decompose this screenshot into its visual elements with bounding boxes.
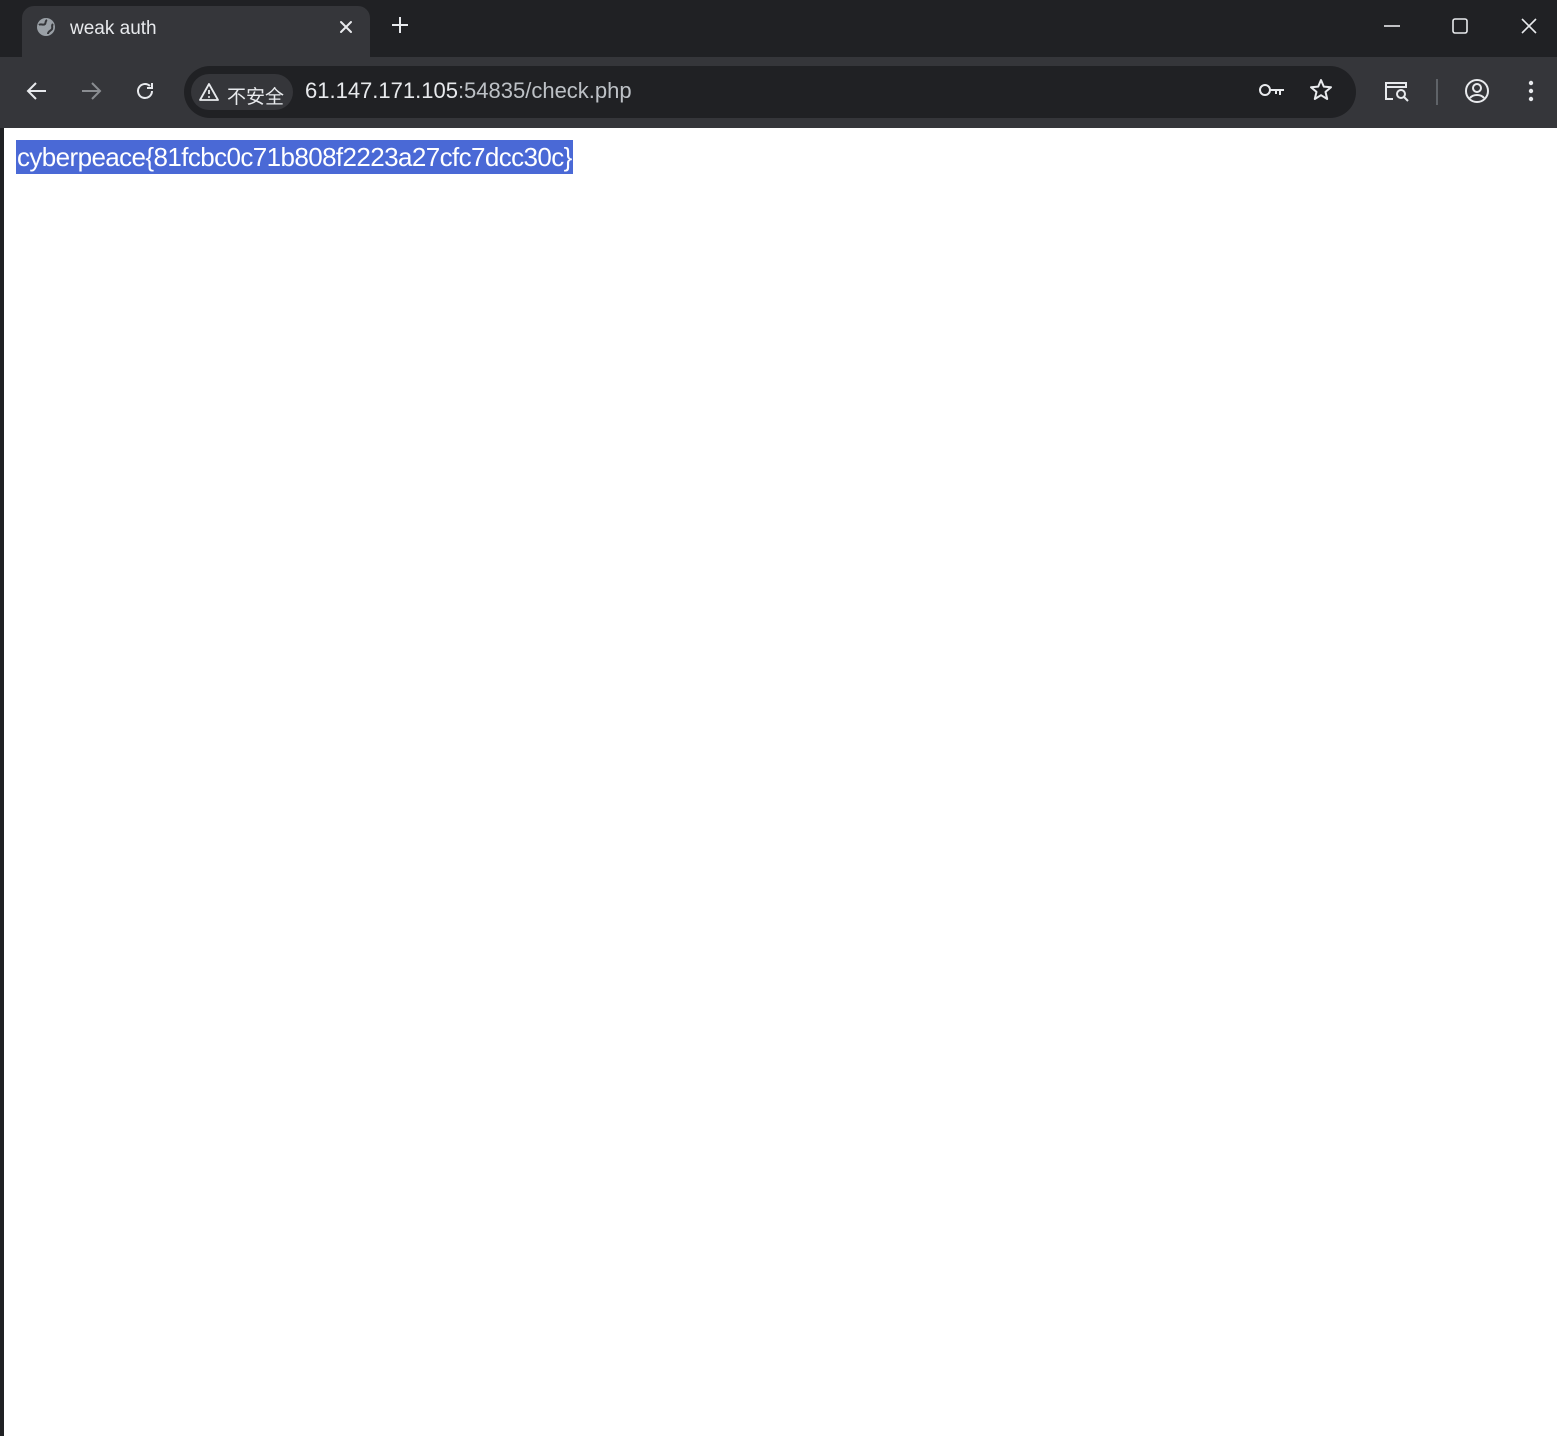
toolbar-divider — [1436, 79, 1438, 105]
url-text[interactable]: 61.147.171.105:54835/check.php — [305, 78, 632, 104]
forward-button[interactable] — [75, 77, 107, 109]
security-indicator[interactable]: 不安全 — [191, 74, 293, 110]
profile-button[interactable] — [1462, 78, 1492, 108]
tab-search-icon — [1383, 79, 1411, 108]
key-icon — [1258, 81, 1286, 104]
plus-icon — [390, 15, 410, 40]
password-key-button[interactable] — [1258, 78, 1286, 106]
new-tab-button[interactable] — [388, 15, 412, 39]
security-label: 不安全 — [227, 87, 285, 108]
flag-text[interactable]: cyberpeace{81fcbc0c71b808f2223a27cfc7dcc… — [16, 140, 573, 174]
window-close-button[interactable] — [1515, 14, 1543, 42]
tab-title: weak auth — [70, 18, 157, 39]
reload-icon — [134, 80, 156, 107]
back-button[interactable] — [21, 77, 53, 109]
back-arrow-icon — [26, 80, 48, 107]
minimize-button[interactable] — [1378, 14, 1406, 42]
browser-window: weak auth 不安全 61.147.171.105:54835/check… — [0, 0, 1557, 1436]
forward-arrow-icon — [80, 80, 102, 107]
tab-search-button[interactable] — [1382, 78, 1412, 108]
tab-weak-auth[interactable]: weak auth — [22, 6, 370, 57]
maximize-button[interactable] — [1446, 14, 1474, 42]
globe-icon — [36, 17, 56, 37]
url-path: :54835/check.php — [457, 78, 632, 103]
address-bar[interactable]: 不安全 61.147.171.105:54835/check.php — [184, 66, 1356, 118]
minimize-icon — [1383, 17, 1401, 40]
star-icon — [1309, 78, 1333, 107]
page-viewport: cyberpeace{81fcbc0c71b808f2223a27cfc7dcc… — [4, 128, 1557, 1436]
profile-icon — [1464, 78, 1490, 109]
bookmark-button[interactable] — [1307, 78, 1335, 106]
url-host: 61.147.171.105 — [305, 78, 458, 103]
maximize-icon — [1451, 17, 1469, 40]
reload-button[interactable] — [129, 77, 161, 109]
kebab-menu-icon — [1528, 79, 1534, 108]
close-icon[interactable] — [335, 16, 357, 38]
menu-button[interactable] — [1516, 78, 1546, 108]
close-icon — [1520, 17, 1538, 40]
tab-strip: weak auth — [0, 0, 1557, 57]
toolbar: 不安全 61.147.171.105:54835/check.php — [0, 57, 1557, 128]
warning-icon — [199, 82, 219, 102]
